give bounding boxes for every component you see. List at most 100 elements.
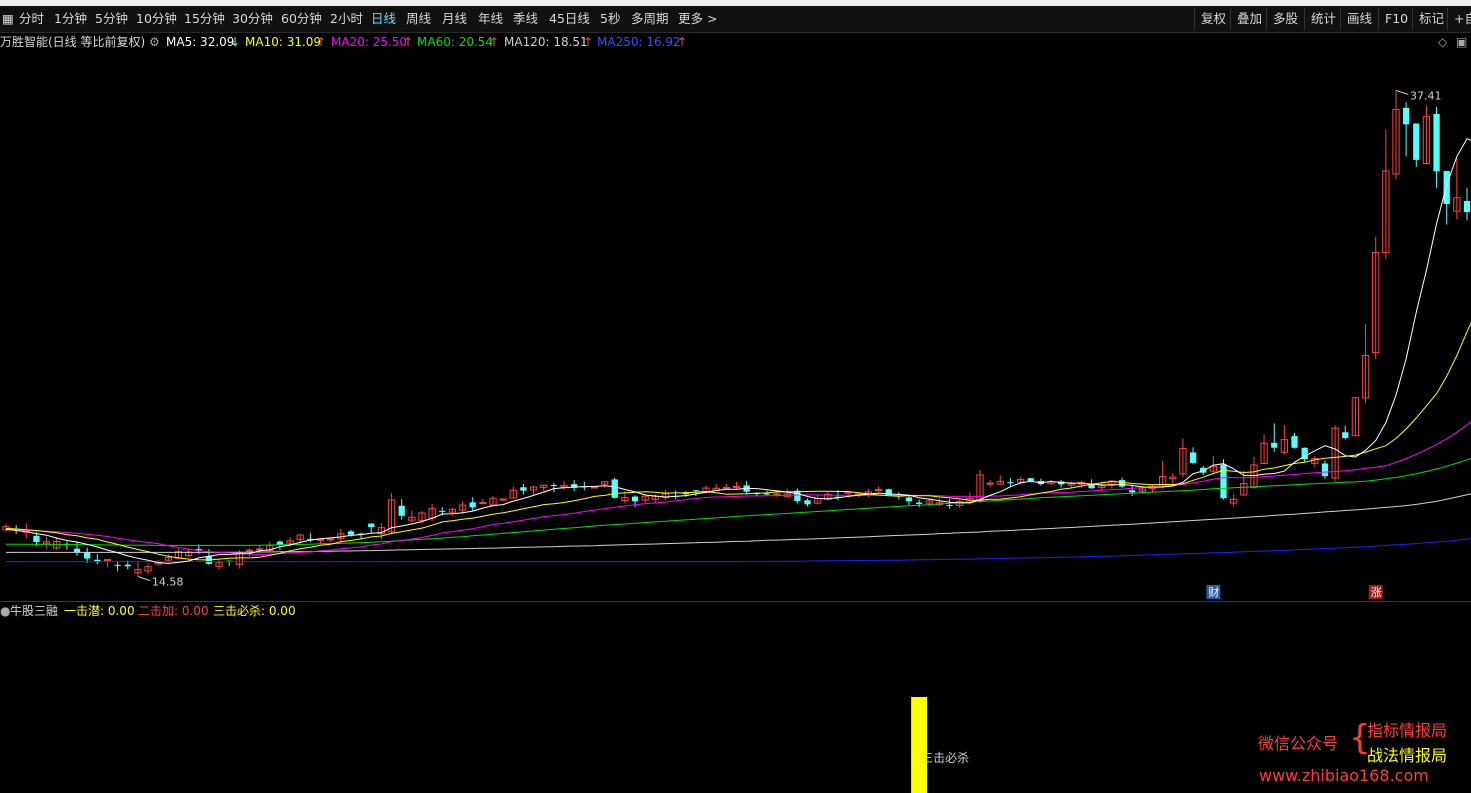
indicator-title: 牛股三融 xyxy=(10,604,59,618)
period-5min[interactable]: 5分钟 xyxy=(95,6,128,32)
period-quarterly[interactable]: 季线 xyxy=(513,6,538,32)
period-weekly[interactable]: 周线 xyxy=(406,6,431,32)
watermark-url: www.zhibiao168.com xyxy=(1259,766,1429,785)
ma250-arrow-icon: ↑ xyxy=(677,35,688,49)
ma60-arrow-icon: ↑ xyxy=(489,35,500,49)
candle-down xyxy=(1271,442,1278,448)
candle-down xyxy=(1433,113,1440,172)
candle-down xyxy=(1342,432,1349,438)
candle-down xyxy=(1129,490,1136,493)
candle-up xyxy=(722,486,730,489)
candle-up xyxy=(732,485,741,488)
candle-down xyxy=(469,502,476,508)
candle-down xyxy=(1118,480,1126,487)
candle-up xyxy=(986,482,994,485)
candle-down xyxy=(1402,107,1410,125)
ma60-line xyxy=(6,457,1471,546)
period-15min[interactable]: 15分钟 xyxy=(184,6,225,32)
ma10-arrow-icon: ↑ xyxy=(316,35,327,49)
pane-divider xyxy=(0,601,1471,602)
candle-down xyxy=(946,504,953,506)
candle-down xyxy=(804,500,811,505)
low-pointer xyxy=(137,576,151,581)
candle-down xyxy=(33,535,40,542)
period-60min[interactable]: 60分钟 xyxy=(281,6,322,32)
period-yearly[interactable]: 年线 xyxy=(478,6,503,32)
indicator-dot-icon[interactable]: ● xyxy=(0,603,10,619)
period-more[interactable]: 更多 > xyxy=(678,6,717,32)
period-1min[interactable]: 1分钟 xyxy=(54,6,87,32)
candle-up xyxy=(327,538,335,541)
high-label: 37.41 xyxy=(1410,89,1442,102)
indicator-chart[interactable]: 三击必杀 xyxy=(0,620,1471,793)
candle-down xyxy=(1027,478,1034,482)
watermark-line1: 指标情报局 xyxy=(1367,721,1448,740)
candle-up xyxy=(103,559,112,562)
period-45day[interactable]: 45日线 xyxy=(549,6,590,32)
ma20-value: MA20: 25.50 xyxy=(331,35,408,49)
candle-down xyxy=(794,490,801,502)
event-marker-label-0: 财 xyxy=(1208,585,1219,599)
candle-down xyxy=(124,564,131,567)
multi-stock-button[interactable]: 多股 xyxy=(1266,8,1304,30)
candlestick-chart[interactable]: 37.41 14.58 财 涨 xyxy=(0,52,1471,601)
period-daily[interactable]: 日线 xyxy=(371,6,396,32)
ma20-line xyxy=(5,421,1471,556)
candle-up xyxy=(844,491,852,494)
candle-up xyxy=(479,502,487,505)
ma120-value: MA120: 18.51 xyxy=(504,35,588,49)
window-restore-icon[interactable]: ▣ xyxy=(1456,33,1467,51)
indicator-line2: 二击加: 0.00 xyxy=(138,604,209,618)
candle-down xyxy=(1220,464,1227,499)
candle-down xyxy=(692,490,700,492)
add-custom-button[interactable]: +自 xyxy=(1447,8,1471,30)
statistics-button[interactable]: 统计 xyxy=(1304,8,1342,30)
period-5sec[interactable]: 5秒 xyxy=(600,6,620,32)
low-label: 14.58 xyxy=(152,576,184,589)
ma5-line xyxy=(5,137,1471,564)
candle-down xyxy=(1443,170,1450,205)
candle-down xyxy=(347,531,355,535)
period-2h[interactable]: 2小时 xyxy=(330,6,363,32)
period-30min[interactable]: 30分钟 xyxy=(232,6,273,32)
candle-up xyxy=(874,488,883,491)
candle-down xyxy=(276,541,284,545)
f10-button[interactable]: F10 xyxy=(1378,8,1414,30)
candle-down xyxy=(763,493,771,495)
candle-down xyxy=(84,552,91,559)
candle-down xyxy=(550,484,558,486)
draw-line-button[interactable]: 画线 xyxy=(1340,8,1378,30)
signal-bar xyxy=(911,697,928,793)
candle-down xyxy=(1007,482,1014,484)
ma10-line xyxy=(5,322,1471,561)
indicator-line3: 三击必杀: 0.00 xyxy=(213,604,296,618)
overlay-button[interactable]: 叠加 xyxy=(1230,8,1268,30)
candle-up xyxy=(499,498,507,501)
candle-down xyxy=(1413,123,1420,160)
period-10min[interactable]: 10分钟 xyxy=(136,6,177,32)
candle-down xyxy=(1189,452,1197,463)
candle-down xyxy=(439,510,446,512)
candle-down xyxy=(368,523,375,528)
period-toolbar: ▦ 分时 1分钟 5分钟 10分钟 15分钟 30分钟 60分钟 2小时 日线 … xyxy=(0,6,1471,33)
candle-down xyxy=(1291,436,1298,448)
ma120-arrow-icon: ↑ xyxy=(583,35,594,49)
signal-bar-label: 三击必杀 xyxy=(921,750,969,765)
candle-down xyxy=(1463,200,1471,212)
settings-gear-icon[interactable]: ⚙ xyxy=(149,33,160,51)
candle-up xyxy=(256,548,264,551)
candle-down xyxy=(520,487,527,491)
ma5-value: MA5: 32.09 xyxy=(166,35,235,49)
candle-up xyxy=(590,486,599,489)
candle-down xyxy=(73,548,81,553)
period-multi[interactable]: 多周期 xyxy=(631,6,669,32)
diamond-icon[interactable]: ◇ xyxy=(1438,33,1447,51)
grid-icon[interactable]: ▦ xyxy=(2,6,14,32)
ma250-value: MA250: 16.92 xyxy=(597,35,681,49)
period-monthly[interactable]: 月线 xyxy=(442,6,467,32)
period-fenshi[interactable]: 分时 xyxy=(19,6,44,32)
adjust-button[interactable]: 复权 xyxy=(1194,8,1232,30)
ma60-value: MA60: 20.54 xyxy=(417,35,494,49)
mark-button[interactable]: 标记 xyxy=(1412,8,1450,30)
ma10-value: MA10: 31.09 xyxy=(245,35,322,49)
